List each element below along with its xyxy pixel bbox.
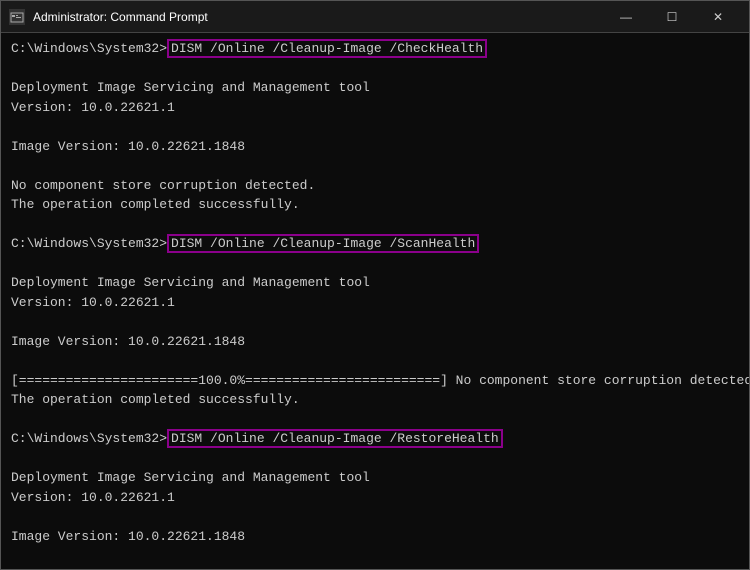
terminal-body[interactable]: C:\Windows\System32>DISM /Online /Cleanu… <box>1 33 749 569</box>
terminal-line: C:\Windows\System32>DISM /Online /Cleanu… <box>11 234 739 254</box>
terminal-line: C:\Windows\System32>DISM /Online /Cleanu… <box>11 39 739 59</box>
empty-line <box>11 117 739 137</box>
empty-line <box>11 215 739 235</box>
terminal-line: No component store corruption detected. <box>11 176 739 196</box>
prompt-text: C:\Windows\System32> <box>11 41 167 56</box>
terminal-line: Image Version: 10.0.22621.1848 <box>11 527 739 547</box>
command-text: DISM /Online /Cleanup-Image /RestoreHeal… <box>167 429 503 448</box>
terminal-line: C:\Windows\System32>DISM /Online /Cleanu… <box>11 429 739 449</box>
terminal-line: Deployment Image Servicing and Managemen… <box>11 78 739 98</box>
titlebar: Administrator: Command Prompt — ☐ ✕ <box>1 1 749 33</box>
terminal-line: Version: 10.0.22621.1 <box>11 293 739 313</box>
terminal-line: [=======================100.0%==========… <box>11 371 739 391</box>
terminal-line: Image Version: 10.0.22621.1848 <box>11 137 739 157</box>
empty-line <box>11 59 739 79</box>
empty-line <box>11 507 739 527</box>
prompt-text: C:\Windows\System32> <box>11 431 167 446</box>
empty-line <box>11 449 739 469</box>
titlebar-title: Administrator: Command Prompt <box>33 10 603 24</box>
prompt-text: C:\Windows\System32> <box>11 236 167 251</box>
empty-line <box>11 546 739 566</box>
titlebar-controls: — ☐ ✕ <box>603 1 741 33</box>
command-text: DISM /Online /Cleanup-Image /CheckHealth <box>167 39 487 58</box>
empty-line <box>11 254 739 274</box>
empty-line <box>11 312 739 332</box>
terminal-line: Deployment Image Servicing and Managemen… <box>11 468 739 488</box>
terminal-line: Version: 10.0.22621.1 <box>11 488 739 508</box>
terminal-line: Deployment Image Servicing and Managemen… <box>11 273 739 293</box>
empty-line <box>11 410 739 430</box>
command-prompt-window: Administrator: Command Prompt — ☐ ✕ C:\W… <box>0 0 750 570</box>
empty-line <box>11 351 739 371</box>
command-text: DISM /Online /Cleanup-Image /ScanHealth <box>167 234 479 253</box>
terminal-line: The operation completed successfully. <box>11 390 739 410</box>
titlebar-icon <box>9 9 25 25</box>
maximize-button[interactable]: ☐ <box>649 1 695 33</box>
terminal-line: [=======================100.0%==========… <box>11 566 739 570</box>
terminal-line: Image Version: 10.0.22621.1848 <box>11 332 739 352</box>
terminal-line: Version: 10.0.22621.1 <box>11 98 739 118</box>
empty-line <box>11 156 739 176</box>
close-button[interactable]: ✕ <box>695 1 741 33</box>
terminal-line: The operation completed successfully. <box>11 195 739 215</box>
minimize-button[interactable]: — <box>603 1 649 33</box>
